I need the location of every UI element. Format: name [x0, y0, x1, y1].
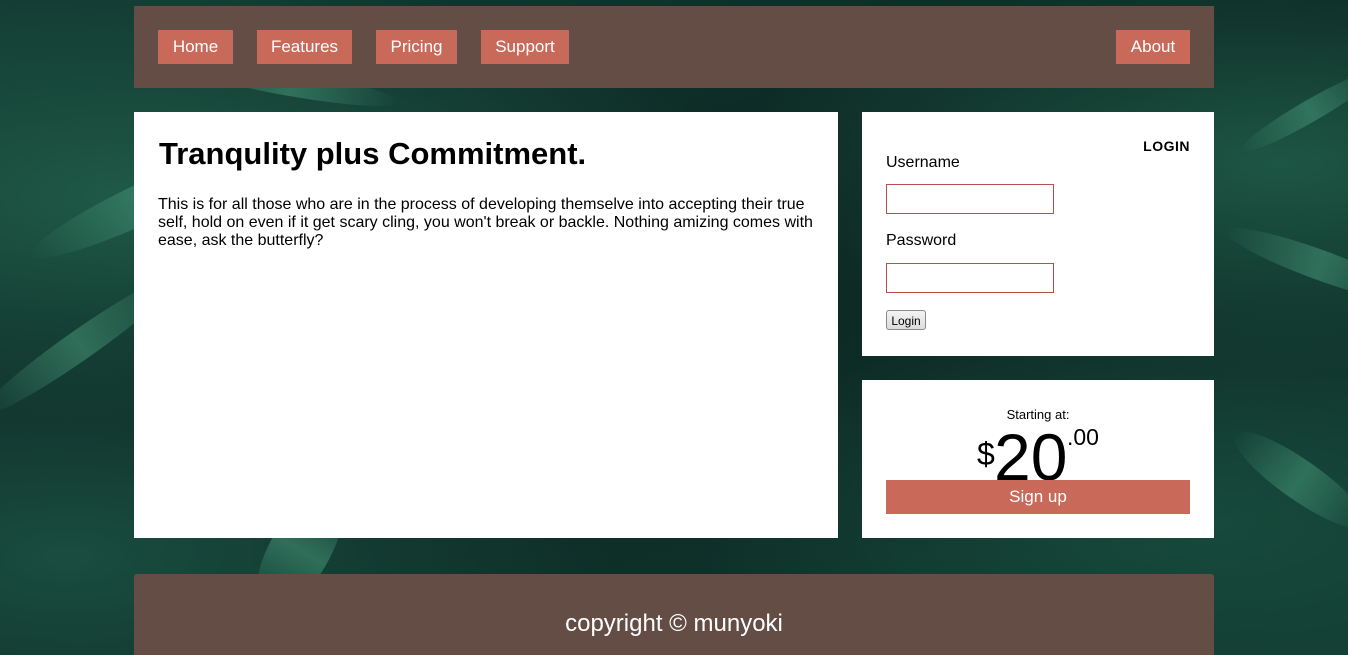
- pricing-panel: Starting at: $ 20 .00 Sign up: [862, 380, 1214, 538]
- password-input[interactable]: [886, 263, 1054, 293]
- username-input[interactable]: [886, 184, 1054, 214]
- nav-support-button[interactable]: Support: [481, 30, 569, 64]
- price-cents: .00: [1067, 424, 1099, 450]
- username-label: Username: [886, 154, 960, 171]
- login-heading: LOGIN: [1143, 138, 1190, 154]
- footer: copyright © munyoki: [134, 574, 1214, 655]
- page-title: Tranqulity plus Commitment.: [159, 136, 587, 171]
- nav-home-button[interactable]: Home: [158, 30, 233, 64]
- password-label: Password: [886, 232, 957, 249]
- login-button[interactable]: Login: [886, 310, 926, 330]
- top-nav: Home Features Pricing Support About: [134, 6, 1214, 88]
- copyright-text: copyright © munyoki: [565, 610, 783, 637]
- intro-paragraph: This is for all those who are in the pro…: [158, 196, 813, 249]
- nav-pricing-button[interactable]: Pricing: [376, 30, 457, 64]
- signup-button[interactable]: Sign up: [886, 480, 1190, 514]
- main-content-panel: Tranqulity plus Commitment. This is for …: [134, 112, 838, 538]
- price-currency: $: [977, 436, 995, 472]
- login-panel: LOGIN Username Password Login: [862, 112, 1214, 356]
- nav-about-button[interactable]: About: [1116, 30, 1190, 64]
- nav-features-button[interactable]: Features: [257, 30, 352, 64]
